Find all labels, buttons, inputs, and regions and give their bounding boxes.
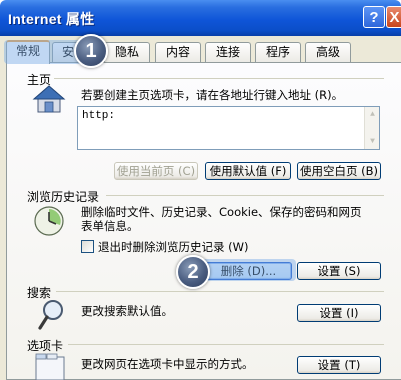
scroll-down-icon[interactable]: ▼ [366, 135, 379, 148]
divider [68, 344, 384, 345]
use-default-button[interactable]: 使用默认值 (F) [205, 162, 291, 180]
search-description: 更改搜索默认值。 [81, 304, 173, 318]
button-label: 设置 (S) [317, 264, 361, 278]
tabbed-description: 更改网页在选项卡中显示的方式。 [81, 357, 254, 371]
tabbed-section-label: 选项卡 [27, 339, 64, 353]
button-label: 使用默认值 (F) [209, 164, 287, 178]
magnifier-icon [38, 300, 63, 330]
tab-connections[interactable]: 连接 [205, 42, 251, 62]
title-bar: Internet 属性 ? X [0, 0, 401, 36]
url-scrollbar[interactable]: ▲ ▼ [364, 107, 379, 149]
tab-privacy[interactable]: 隐私 [104, 42, 150, 62]
help-button[interactable]: ? [363, 6, 385, 28]
homepage-description: 若要创建主页选项卡，请在各地址行键入地址 (R)。 [81, 88, 344, 102]
close-button[interactable]: X [386, 6, 401, 28]
tab-label: 隐私 [114, 45, 139, 59]
step-marker-1: 1 [74, 34, 108, 68]
step-number: 2 [187, 261, 199, 283]
button-label: 使用空白页 (B) [299, 164, 379, 178]
button-label: 设置 (I) [319, 306, 359, 320]
button-label: 使用当前页 (C) [116, 164, 196, 178]
window-title: Internet 属性 [8, 11, 95, 27]
tab-advanced[interactable]: 高级 [305, 42, 351, 62]
tab-content[interactable]: 内容 [155, 42, 201, 62]
step-number: 1 [85, 40, 97, 62]
divider [54, 78, 384, 79]
divider [106, 195, 384, 196]
close-icon: X [389, 8, 400, 26]
tab-programs[interactable]: 程序 [255, 42, 301, 62]
house-icon [32, 85, 66, 113]
tab-label: 高级 [315, 45, 340, 59]
url-value: http: [82, 110, 116, 122]
button-label: 设置 (T) [317, 358, 361, 372]
history-description-line1: 删除临时文件、历史记录、Cookie、保存的密码和网页 [81, 205, 362, 219]
history-clock-icon [34, 206, 64, 236]
use-current-button[interactable]: 使用当前页 (C) [114, 162, 198, 180]
homepage-url-input[interactable]: http: ▲ ▼ [77, 106, 380, 150]
delete-on-exit-checkbox[interactable] [81, 240, 94, 253]
divider [56, 291, 384, 292]
search-settings-button[interactable]: 设置 (I) [297, 304, 381, 322]
history-section-label: 浏览历史记录 [27, 190, 100, 204]
use-blank-button[interactable]: 使用空白页 (B) [297, 162, 381, 180]
delete-on-exit-label: 退出时删除浏览历史记录 (W) [98, 240, 249, 254]
history-settings-button[interactable]: 设置 (S) [297, 262, 381, 280]
help-icon: ? [369, 8, 379, 26]
scroll-up-icon[interactable]: ▲ [366, 108, 379, 121]
tabbed-settings-button[interactable]: 设置 (T) [297, 356, 381, 374]
step-marker-2: 2 [176, 255, 210, 289]
history-description-line2: 表单信息。 [81, 219, 139, 233]
tab-label: 内容 [165, 45, 190, 59]
tab-label: 连接 [215, 45, 240, 59]
tab-label: 程序 [265, 45, 290, 59]
tabs-window-icon [35, 353, 65, 380]
